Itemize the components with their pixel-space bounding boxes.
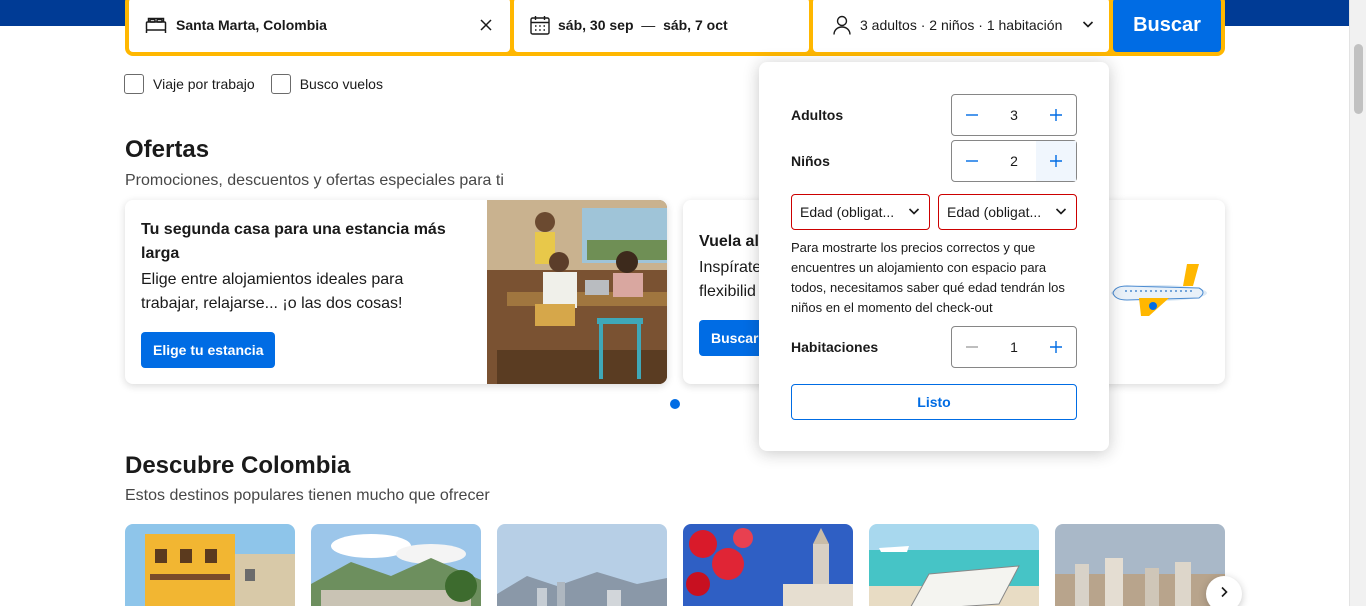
children-label: Niños <box>791 153 830 169</box>
guests-popover: Adultos 3 Niños 2 Edad (obligat... Edad … <box>759 62 1109 451</box>
work-trip-label: Viaje por trabajo <box>153 76 255 92</box>
discover-subtitle: Estos destinos populares tienen mucho qu… <box>125 487 490 504</box>
guests-field[interactable]: 3 adultos · 2 niños · 1 habitación <box>813 0 1109 52</box>
destination-card[interactable] <box>311 524 481 606</box>
offers-subtitle: Promociones, descuentos y ofertas especi… <box>125 172 504 189</box>
bed-icon <box>144 13 168 37</box>
chevron-down-icon <box>907 204 921 221</box>
offer-card-title: Tu segunda casa para una estancia más la… <box>141 221 446 262</box>
done-button[interactable]: Listo <box>791 384 1077 420</box>
destination-card[interactable] <box>869 524 1039 606</box>
rooms-decrement-button[interactable] <box>952 327 992 367</box>
destination-card[interactable] <box>125 524 295 606</box>
child-age-select-2[interactable]: Edad (obligat... <box>938 194 1077 230</box>
adults-increment-button[interactable] <box>1036 95 1076 135</box>
flights-checkbox[interactable]: Busco vuelos <box>270 74 383 94</box>
rooms-label: Habitaciones <box>791 339 879 355</box>
offers-title: Ofertas <box>125 136 210 163</box>
offer-card-description: Elige entre alojamientos ideales para tr… <box>141 271 404 312</box>
rooms-increment-button[interactable] <box>1036 327 1076 367</box>
checkbox-box[interactable] <box>270 74 291 94</box>
checkbox-box[interactable] <box>124 74 144 94</box>
children-decrement-button[interactable] <box>952 141 992 181</box>
adults-stepper: 3 <box>951 94 1077 136</box>
children-stepper: 2 <box>951 140 1077 182</box>
offer-card-photo <box>487 200 667 384</box>
carousel-next-button[interactable] <box>1206 576 1242 606</box>
search-bar: Santa Marta, Colombia sáb, 30 sep — sáb,… <box>125 0 1225 56</box>
chevron-right-icon <box>1218 585 1230 603</box>
discover-title: Descubre Colombia <box>125 452 351 479</box>
children-ages: Edad (obligat... Edad (obligat... <box>791 194 1077 230</box>
calendar-icon <box>528 13 552 37</box>
destination-card[interactable] <box>497 524 667 606</box>
search-button[interactable]: Buscar <box>1113 0 1221 52</box>
destination-card[interactable] <box>683 524 853 606</box>
children-count: 2 <box>1010 153 1018 169</box>
search-options: Viaje por trabajo Busco vuelos <box>124 74 383 94</box>
destination-value: Santa Marta, Colombia <box>176 17 327 33</box>
scrollbar-thumb[interactable] <box>1354 44 1363 114</box>
rooms-count: 1 <box>1010 339 1018 355</box>
children-increment-button[interactable] <box>1036 141 1076 181</box>
person-icon <box>830 13 854 37</box>
adults-count: 3 <box>1010 107 1018 123</box>
carousel-dot-active[interactable] <box>670 399 680 409</box>
age-required-note: Para mostrarte los precios correctos y q… <box>791 240 1065 315</box>
page-scrollbar[interactable] <box>1349 0 1366 606</box>
destination-card[interactable] <box>1055 524 1225 606</box>
checkout-date: sáb, 7 oct <box>663 17 728 33</box>
airplane-illustration <box>1109 260 1209 325</box>
work-trip-checkbox[interactable]: Viaje por trabajo <box>124 74 255 94</box>
chevron-down-icon <box>1054 204 1068 221</box>
choose-stay-button[interactable]: Elige tu estancia <box>141 332 276 368</box>
rooms-stepper: 1 <box>951 326 1077 368</box>
adults-label: Adultos <box>791 107 844 123</box>
child-age-placeholder: Edad (obligat... <box>947 204 1042 220</box>
adults-decrement-button[interactable] <box>952 95 992 135</box>
guests-summary: 3 adultos · 2 niños · 1 habitación <box>860 17 1063 33</box>
child-age-placeholder: Edad (obligat... <box>800 204 895 220</box>
destination-field[interactable]: Santa Marta, Colombia <box>129 0 510 52</box>
child-age-select-1[interactable]: Edad (obligat... <box>791 194 930 230</box>
date-separator: — <box>641 17 656 33</box>
flights-label: Busco vuelos <box>299 76 383 92</box>
rooms-row: Habitaciones 1 <box>791 326 1077 368</box>
dates-field[interactable]: sáb, 30 sep — sáb, 7 oct <box>514 0 809 52</box>
chevron-down-icon <box>1081 17 1095 34</box>
children-row: Niños 2 <box>791 140 1077 182</box>
adults-row: Adultos 3 <box>791 94 1077 136</box>
checkin-date: sáb, 30 sep <box>558 17 634 33</box>
offer-card-long-stay: Tu segunda casa para una estancia más la… <box>125 200 667 384</box>
clear-destination-icon[interactable] <box>476 15 496 35</box>
